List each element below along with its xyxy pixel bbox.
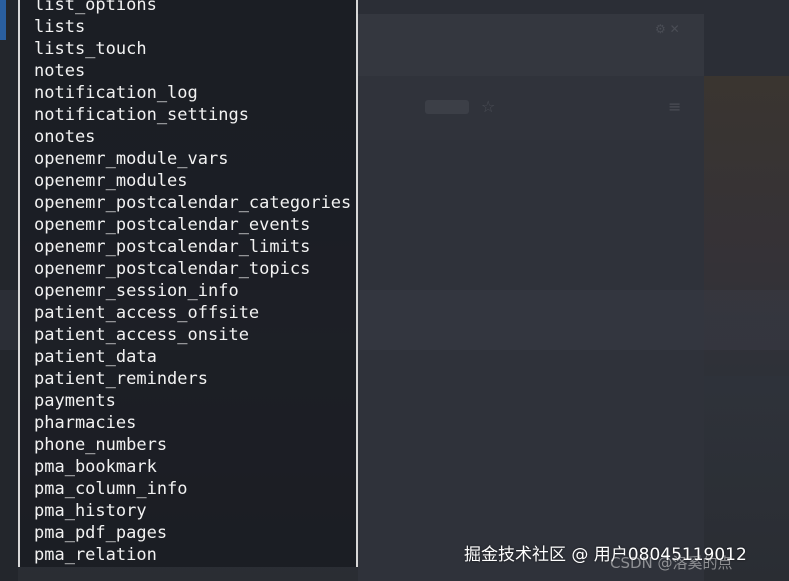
terminal-line: openemr_postcalendar_events — [34, 215, 311, 235]
terminal-line: lists_touch — [34, 39, 147, 59]
terminal-line: openemr_postcalendar_topics — [34, 259, 311, 279]
background-window-header — [358, 76, 704, 140]
terminal-line: payments — [34, 391, 116, 411]
terminal-line: openemr_postcalendar_limits — [34, 237, 311, 257]
terminal-line: phone_numbers — [34, 435, 168, 455]
terminal-line: pma_relation — [34, 545, 157, 565]
background-window-titlebar — [358, 14, 704, 76]
terminal-window[interactable]: list_options lists lists_touch notes notific… — [18, 0, 358, 567]
background-tab-pill — [425, 100, 469, 114]
watermark-subtext: CSDN @洛奚的点 — [610, 554, 733, 572]
terminal-line: openemr_module_vars — [34, 149, 229, 169]
terminal-line: patient_access_onsite — [34, 325, 249, 345]
terminal-line: patient_reminders — [34, 369, 208, 389]
terminal-line: patient_data — [34, 347, 157, 367]
terminal-line: openemr_postcalendar_categories — [34, 193, 352, 213]
terminal-line: notes — [34, 61, 86, 81]
desktop-screen: ☆ ≡ ⚙ ✕ list_optionslists lists_touch note… — [0, 0, 789, 581]
terminal-line: pma_bookmark — [34, 457, 157, 477]
terminal-line: lists — [34, 17, 86, 37]
star-icon: ☆ — [481, 97, 496, 116]
terminal-line: list_options — [34, 0, 157, 15]
terminal-line: openemr_session_info — [34, 281, 239, 301]
terminal-line: onotes — [34, 127, 96, 147]
terminal-line: notification_log — [34, 83, 198, 103]
menu-icon: ≡ — [668, 97, 682, 116]
terminal-line: notification_settings — [34, 105, 249, 125]
terminal-line: patient_access_offsite — [34, 303, 260, 323]
window-controls-icon: ⚙ ✕ — [655, 22, 680, 36]
background-accent-strip — [0, 0, 6, 40]
terminal-line: openemr_modules — [34, 171, 188, 191]
terminal-line: pma_history — [34, 501, 147, 521]
terminal-line: pma_column_info — [34, 479, 188, 499]
terminal-output: list_options lists lists_touch notes notific… — [34, 0, 351, 566]
terminal-line: pma_pdf_pages — [34, 523, 168, 543]
terminal-line: pharmacies — [34, 413, 137, 433]
